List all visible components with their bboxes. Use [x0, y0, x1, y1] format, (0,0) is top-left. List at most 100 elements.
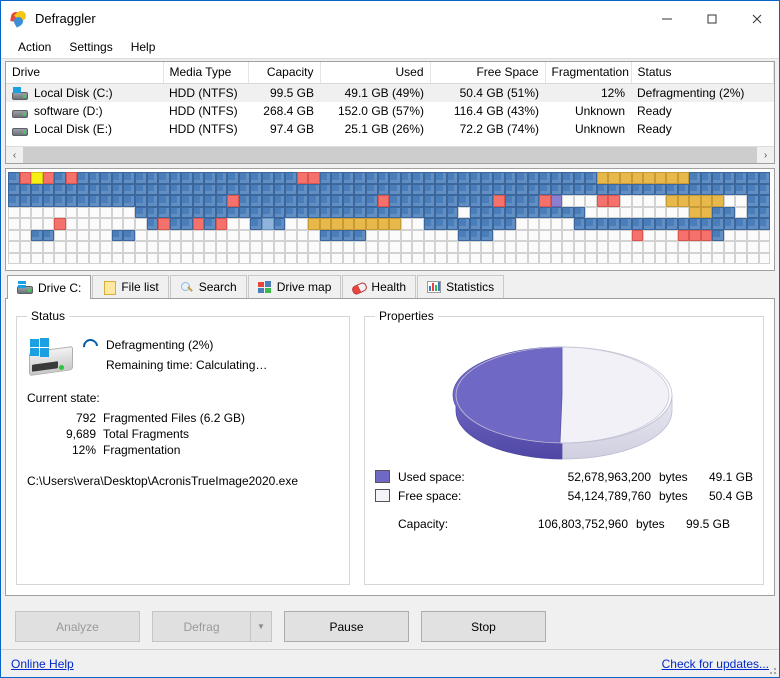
legend-row-free-space: Free space: 54,124,789,760 bytes 50.4 GB: [375, 486, 753, 505]
tab-health[interactable]: Health: [342, 275, 417, 298]
cell-fragmentation: Unknown: [574, 122, 625, 136]
column-header-media-type[interactable]: Media Type: [163, 62, 249, 84]
drive-map-block: [285, 218, 297, 230]
drive-map-block: [562, 229, 574, 242]
close-button[interactable]: [734, 1, 779, 36]
drive-map-block: [712, 195, 724, 207]
column-header-fragmentation[interactable]: Fragmentation: [545, 62, 632, 84]
drive-map-block: [192, 252, 205, 265]
drive-map-block: [285, 183, 297, 196]
tab-file-list[interactable]: File list: [92, 275, 169, 298]
maximize-button[interactable]: [689, 1, 734, 36]
drive-map-block: [238, 206, 251, 219]
stop-button[interactable]: Stop: [421, 611, 546, 642]
capacity-label: Capacity:: [398, 516, 449, 531]
drive-map-block: [377, 241, 390, 253]
pause-button[interactable]: Pause: [284, 611, 409, 642]
table-row[interactable]: software (D:) HDD (NTFS) 268.4 GB 152.0 …: [6, 102, 774, 120]
drive-map-block: [562, 195, 574, 207]
drive-map-block: [654, 172, 667, 184]
drive-map-block: [319, 195, 332, 207]
online-help-link[interactable]: Online Help: [11, 657, 74, 671]
drive-map-block: [342, 183, 355, 196]
defrag-button[interactable]: Defrag: [152, 611, 250, 642]
drive-map-block: [700, 195, 713, 207]
drive-map-block: [435, 183, 447, 196]
cell-free-space: 116.4 GB (43%): [453, 104, 539, 118]
minimize-button[interactable]: [644, 1, 689, 36]
drive-map-grid[interactable]: [8, 172, 772, 265]
scrollbar-track[interactable]: [23, 147, 757, 163]
drive-map-block: [88, 229, 101, 242]
chevron-down-icon[interactable]: ▼: [250, 611, 272, 642]
drive-map-block: [204, 172, 216, 184]
drive-map-block: [596, 229, 609, 242]
drive-map-block: [19, 172, 32, 184]
drive-map-block: [273, 183, 286, 196]
drive-map-block: [758, 218, 771, 230]
tab-drive-c[interactable]: Drive C:: [7, 275, 92, 299]
drive-map-block: [527, 172, 540, 184]
tab-search[interactable]: Search: [169, 275, 247, 298]
drive-map-block: [412, 206, 424, 219]
drive-map-block: [469, 218, 482, 230]
menu-item-settings[interactable]: Settings: [60, 38, 121, 56]
column-header-status[interactable]: Status: [631, 62, 774, 84]
drive-map-block: [238, 241, 251, 253]
drive-map-block: [377, 195, 390, 207]
status-text-lines: Defragmenting (2%) Remaining time: Calcu…: [106, 337, 267, 372]
resize-grip-icon[interactable]: [766, 664, 776, 674]
check-for-updates-link[interactable]: Check for updates...: [662, 657, 769, 671]
column-header-capacity[interactable]: Capacity: [248, 62, 321, 84]
drive-map-block: [365, 218, 378, 230]
drive-map-block: [192, 241, 205, 253]
cell-used: 25.1 GB (26%): [344, 122, 424, 136]
drive-map-block: [469, 195, 482, 207]
drive-map-block: [446, 183, 459, 196]
drive-map-block: [469, 172, 482, 184]
analyze-button[interactable]: Analyze: [15, 611, 140, 642]
table-row[interactable]: Local Disk (C:) HDD (NTFS) 99.5 GB 49.1 …: [6, 83, 774, 102]
drive-map-block: [19, 183, 32, 196]
tab-statistics[interactable]: Statistics: [417, 275, 505, 298]
drive-map-block: [631, 218, 644, 230]
drive-map-block: [42, 172, 55, 184]
drive-map-block: [135, 229, 147, 242]
drive-map-block: [215, 172, 228, 184]
table-row[interactable]: Local Disk (E:) HDD (NTFS) 97.4 GB 25.1 …: [6, 120, 774, 138]
menu-item-help[interactable]: Help: [122, 38, 165, 56]
drive-map-block: [723, 218, 736, 230]
menu-item-action[interactable]: Action: [9, 38, 60, 56]
drive-map-block: [389, 229, 401, 242]
drive-map-block: [631, 229, 644, 242]
drive-map-block: [608, 218, 620, 230]
drive-map-block: [435, 241, 447, 253]
drive-map-block: [758, 172, 771, 184]
drive-map-block: [296, 218, 309, 230]
column-header-drive[interactable]: Drive: [6, 62, 164, 84]
drive-map-panel[interactable]: [5, 168, 775, 271]
drive-map-block: [458, 183, 470, 196]
drive-map-block: [227, 229, 239, 242]
drive-map-block: [539, 195, 551, 207]
drive-table-horizontal-scrollbar[interactable]: ‹ ›: [6, 146, 774, 163]
scroll-left-icon[interactable]: ‹: [6, 147, 23, 163]
hard-disk-windows-icon: [12, 86, 28, 100]
drive-map-block: [458, 252, 470, 265]
drive-map-block: [215, 252, 228, 265]
drive-map-block: [308, 229, 320, 242]
drive-map-block: [296, 206, 309, 219]
column-header-free-space[interactable]: Free Space: [430, 62, 546, 84]
drive-map-block: [677, 195, 690, 207]
drive-map-block: [423, 206, 436, 219]
drive-map-block: [100, 252, 112, 265]
defrag-split-button[interactable]: Defrag ▼: [152, 611, 272, 642]
drive-map-block: [169, 229, 182, 242]
drive-map-block: [54, 218, 66, 230]
column-header-used[interactable]: Used: [320, 62, 431, 84]
drive-map-block: [215, 206, 228, 219]
drive-map-block: [504, 218, 517, 230]
scroll-right-icon[interactable]: ›: [757, 147, 774, 163]
drive-map-block: [365, 206, 378, 219]
tab-drive-map[interactable]: Drive map: [247, 275, 342, 298]
